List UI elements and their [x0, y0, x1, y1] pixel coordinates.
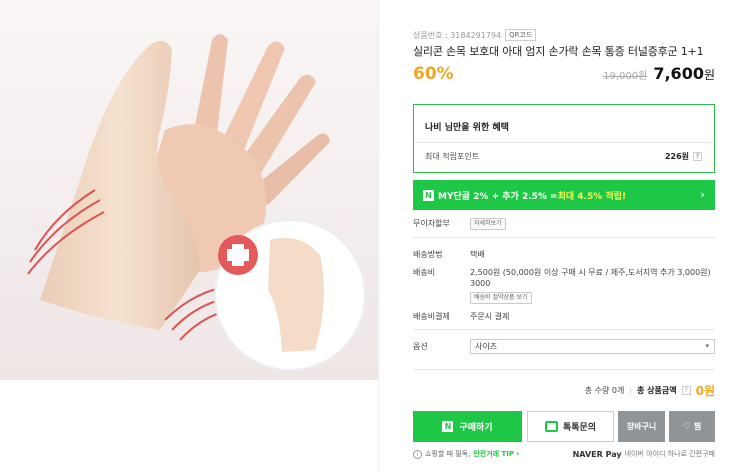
point-value: 226원 ?	[665, 151, 702, 162]
help-icon[interactable]: ?	[681, 386, 691, 395]
heart-icon: ♡	[682, 421, 691, 432]
benefit-box: 나비 님만을 위한 혜택 최대 적립포인트 226원 ?	[413, 104, 715, 173]
my-dangol-banner[interactable]: N MY단골 2% + 추가 2.5% = 최대 4.5% 적립! ›	[413, 180, 715, 210]
naver-pay-logo: NAVER Pay	[572, 449, 622, 459]
product-info: 상품번호 : 3184291794 QR코드 실리콘 손목 보호대 아대 엄지 …	[413, 29, 715, 459]
price-row: 19,000원 7,600원	[603, 64, 715, 83]
chevron-right-icon: ›	[700, 188, 705, 201]
safety-notice: i 쇼핑할 때 필독, 안전거래 TIP ›	[413, 449, 519, 459]
naver-n-icon: N	[442, 421, 454, 432]
banner-text: MY단골 2% + 추가 2.5% =	[438, 191, 558, 202]
chevron-down-icon: ▾	[705, 342, 709, 350]
sale-price: 7,600원	[653, 64, 715, 83]
banner-highlight: 최대 4.5% 적립!	[557, 191, 627, 202]
shipping-save-button[interactable]: 배송비 절약상품 보기	[470, 292, 532, 304]
total-price-label: 총 상품금액	[637, 386, 677, 395]
product-image[interactable]	[0, 0, 379, 380]
original-price: 19,000원	[603, 71, 648, 82]
option-select[interactable]: 사이즈 ▾	[470, 339, 715, 354]
talktalk-button[interactable]: 톡톡문의	[527, 411, 614, 442]
divider	[413, 329, 715, 330]
chat-icon	[544, 421, 558, 432]
product-number: 상품번호 : 3184291794 QR코드	[413, 29, 537, 41]
product-title: 실리콘 손목 보호대 아대 엄지 손가락 손목 통증 터널증후군 1+1	[413, 45, 704, 58]
divider	[413, 369, 715, 370]
image-panel-bottom	[0, 380, 379, 472]
buy-button[interactable]: N 구매하기	[413, 411, 522, 442]
benefit-title: 나비 님만을 위한 혜택	[425, 123, 509, 133]
total-quantity: 총 수량 0개	[584, 386, 625, 395]
safety-tip-link[interactable]: 안전거래 TIP ›	[473, 449, 519, 459]
total-row: 총 수량 0개 | 총 상품금액 ? 0원	[584, 384, 715, 398]
naver-pay-notice: NAVER Pay 네이버 아이디 하나로 간편구매	[572, 449, 715, 459]
help-icon[interactable]: ?	[693, 152, 702, 161]
total-price: 0원	[695, 384, 715, 398]
wish-button[interactable]: ♡ 찜	[669, 411, 715, 442]
wrist-guard-illustration	[0, 0, 378, 380]
divider	[414, 142, 714, 143]
discount-rate: 60%	[413, 64, 454, 84]
cart-button[interactable]: 장바구니	[618, 411, 665, 442]
installment-detail-button[interactable]: 자세히보기	[470, 218, 506, 230]
point-label: 최대 적립포인트	[425, 152, 480, 161]
info-icon: i	[413, 449, 422, 459]
divider	[413, 237, 715, 238]
qr-code-button[interactable]: QR코드	[505, 29, 537, 41]
naver-n-icon: N	[423, 189, 434, 201]
